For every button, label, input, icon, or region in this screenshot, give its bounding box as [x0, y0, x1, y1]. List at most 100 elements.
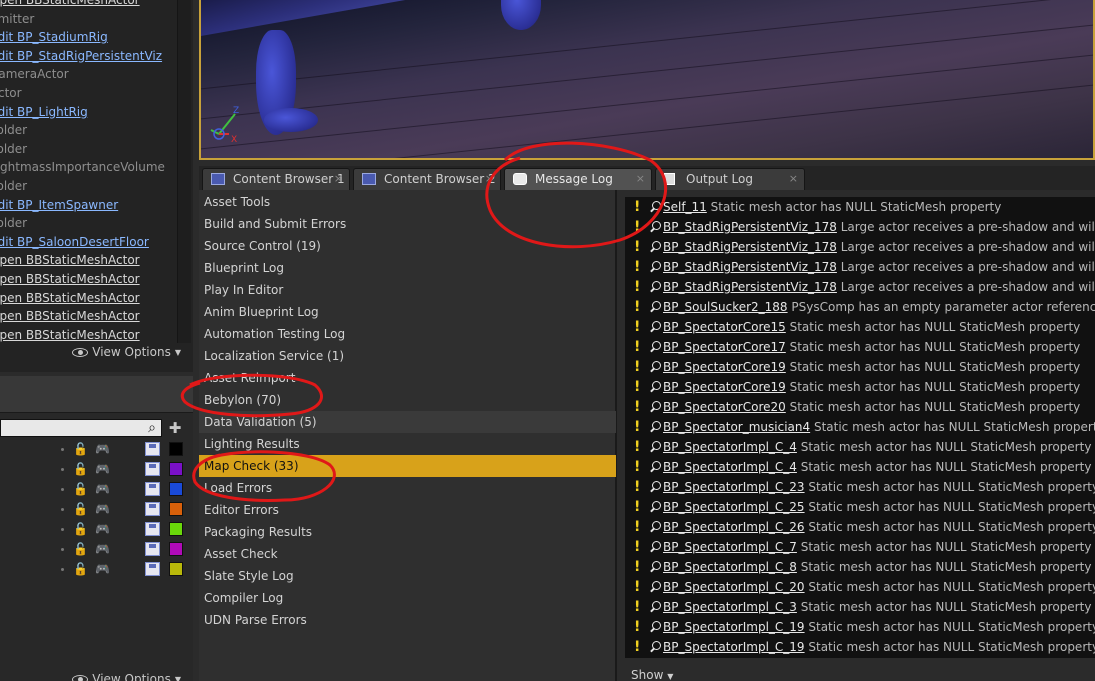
- find-in-level-icon[interactable]: [649, 420, 662, 434]
- layer-row[interactable]: 🔓 🎮: [0, 559, 193, 579]
- actor-link[interactable]: BP_SpectatorImpl_C_4: [663, 440, 797, 454]
- actor-link[interactable]: BP_SpectatorImpl_C_7: [663, 540, 797, 554]
- outliner-item[interactable]: Open BBStaticMeshActor: [0, 0, 177, 10]
- layer-color-swatch[interactable]: [169, 442, 183, 456]
- outliner-item[interactable]: Open BBStaticMeshActor: [0, 326, 177, 345]
- category-item[interactable]: Map Check (33): [199, 455, 616, 477]
- find-in-level-icon[interactable]: [649, 300, 662, 314]
- find-in-level-icon[interactable]: [649, 580, 662, 594]
- layer-color-swatch[interactable]: [169, 522, 183, 536]
- outliner-item[interactable]: Folder: [0, 121, 177, 140]
- actor-link[interactable]: BP_SpectatorCore17: [663, 340, 786, 354]
- find-in-level-icon[interactable]: [649, 220, 662, 234]
- category-item[interactable]: Source Control (19): [199, 235, 616, 257]
- category-item[interactable]: Play In Editor: [199, 279, 616, 301]
- add-layer-button[interactable]: ✚: [166, 420, 184, 436]
- outliner-item[interactable]: Open BBStaticMeshActor: [0, 251, 177, 270]
- category-item[interactable]: Data Validation (5): [199, 411, 616, 433]
- outliner-item[interactable]: Edit BP_LightRig: [0, 103, 177, 122]
- outliner-item[interactable]: CameraActor: [0, 65, 177, 84]
- category-item[interactable]: Localization Service (1): [199, 345, 616, 367]
- outliner-item[interactable]: Edit BP_StadiumRig: [0, 28, 177, 47]
- category-item[interactable]: UDN Parse Errors: [199, 609, 616, 631]
- gamepad-icon[interactable]: 🎮: [95, 522, 113, 536]
- find-in-level-icon[interactable]: [649, 480, 662, 494]
- layer-row[interactable]: 🔓 🎮: [0, 479, 193, 499]
- find-in-level-icon[interactable]: [649, 320, 662, 334]
- category-item[interactable]: Compiler Log: [199, 587, 616, 609]
- outliner-item[interactable]: Folder: [0, 177, 177, 196]
- layer-row[interactable]: 🔓 🎮: [0, 499, 193, 519]
- show-filter-button[interactable]: Show ▼: [631, 668, 673, 681]
- find-in-level-icon[interactable]: [649, 280, 662, 294]
- category-item[interactable]: Asset Reimport: [199, 367, 616, 389]
- actor-link[interactable]: BP_SpectatorCore15: [663, 320, 786, 334]
- outliner-view-options[interactable]: View Options ▼: [72, 345, 181, 359]
- actor-link[interactable]: BP_SpectatorImpl_C_8: [663, 560, 797, 574]
- layer-color-swatch[interactable]: [169, 462, 183, 476]
- category-item[interactable]: Anim Blueprint Log: [199, 301, 616, 323]
- save-icon[interactable]: [145, 462, 160, 476]
- outliner-item[interactable]: Open BBStaticMeshActor: [0, 289, 177, 308]
- actor-link[interactable]: BP_SpectatorCore19: [663, 360, 786, 374]
- category-item[interactable]: Asset Check: [199, 543, 616, 565]
- category-item[interactable]: Editor Errors: [199, 499, 616, 521]
- actor-link[interactable]: BP_SpectatorImpl_C_25: [663, 500, 805, 514]
- layers-view-options[interactable]: View Options ▼: [72, 672, 181, 681]
- find-in-level-icon[interactable]: [649, 380, 662, 394]
- close-icon[interactable]: ×: [789, 169, 798, 189]
- layer-color-swatch[interactable]: [169, 542, 183, 556]
- find-in-level-icon[interactable]: [649, 240, 662, 254]
- outliner-item[interactable]: Folder: [0, 140, 177, 159]
- lock-icon[interactable]: 🔓: [73, 482, 88, 496]
- find-in-level-icon[interactable]: [649, 540, 662, 554]
- outliner-item[interactable]: Edit BP_SaloonDesertFloor: [0, 233, 177, 252]
- lock-icon[interactable]: 🔓: [73, 522, 88, 536]
- save-icon[interactable]: [145, 522, 160, 536]
- layer-search-input[interactable]: ⌕: [0, 419, 162, 437]
- close-icon[interactable]: ×: [636, 169, 645, 189]
- save-icon[interactable]: [145, 562, 160, 576]
- layer-color-swatch[interactable]: [169, 502, 183, 516]
- actor-link[interactable]: BP_SpectatorCore20: [663, 400, 786, 414]
- category-item[interactable]: Automation Testing Log: [199, 323, 616, 345]
- outliner-item[interactable]: Open BBStaticMeshActor: [0, 270, 177, 289]
- outliner-item[interactable]: Actor: [0, 84, 177, 103]
- category-item[interactable]: Asset Tools: [199, 191, 616, 213]
- find-in-level-icon[interactable]: [649, 360, 662, 374]
- actor-link[interactable]: BP_SpectatorImpl_C_19: [663, 620, 805, 634]
- find-in-level-icon[interactable]: [649, 560, 662, 574]
- lock-icon[interactable]: 🔓: [73, 502, 88, 516]
- actor-link[interactable]: BP_StadRigPersistentViz_178: [663, 280, 837, 294]
- save-icon[interactable]: [145, 542, 160, 556]
- lock-icon[interactable]: 🔓: [73, 542, 88, 556]
- actor-link[interactable]: BP_StadRigPersistentViz_178: [663, 220, 837, 234]
- save-icon[interactable]: [145, 442, 160, 456]
- gamepad-icon[interactable]: 🎮: [95, 462, 113, 476]
- find-in-level-icon[interactable]: [649, 400, 662, 414]
- close-icon[interactable]: ×: [485, 169, 494, 189]
- lock-icon[interactable]: 🔓: [73, 442, 88, 456]
- tab-content-browser-1[interactable]: Content Browser 1 ×: [202, 168, 350, 190]
- layer-row[interactable]: 🔓 🎮: [0, 459, 193, 479]
- category-item[interactable]: Build and Submit Errors: [199, 213, 616, 235]
- find-in-level-icon[interactable]: [649, 340, 662, 354]
- outliner-item[interactable]: LightmassImportanceVolume: [0, 158, 177, 177]
- outliner-item[interactable]: Folder: [0, 214, 177, 233]
- save-icon[interactable]: [145, 502, 160, 516]
- close-icon[interactable]: ×: [334, 169, 343, 189]
- layer-row[interactable]: 🔓 🎮: [0, 439, 193, 459]
- find-in-level-icon[interactable]: [649, 260, 662, 274]
- gamepad-icon[interactable]: 🎮: [95, 542, 113, 556]
- find-in-level-icon[interactable]: [649, 500, 662, 514]
- actor-link[interactable]: BP_SpectatorImpl_C_4: [663, 460, 797, 474]
- actor-link[interactable]: BP_StadRigPersistentViz_178: [663, 240, 837, 254]
- find-in-level-icon[interactable]: [649, 640, 662, 654]
- tab-message-log[interactable]: Message Log ×: [504, 168, 652, 190]
- layer-row[interactable]: 🔓 🎮: [0, 539, 193, 559]
- layer-color-swatch[interactable]: [169, 562, 183, 576]
- actor-link[interactable]: BP_SpectatorImpl_C_26: [663, 520, 805, 534]
- actor-link[interactable]: BP_SoulSucker2_188: [663, 300, 788, 314]
- search-icon[interactable]: ⌕: [144, 419, 160, 437]
- outliner-item[interactable]: Emitter: [0, 10, 177, 29]
